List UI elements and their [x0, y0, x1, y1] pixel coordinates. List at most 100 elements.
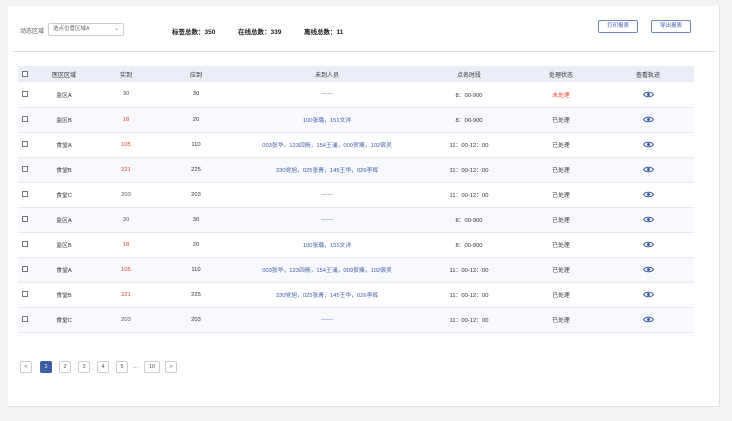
row-checkbox[interactable] [22, 116, 28, 123]
cell-area: 食堂C [56, 193, 72, 199]
cell-status: 已处理 [552, 318, 570, 324]
table-row: 食堂B 221 225 330党旭，025张青，145王华，026李辉 11：00-12… [18, 157, 694, 182]
col-actual: 实到 [119, 72, 132, 79]
cell-area: 食堂A [56, 268, 72, 274]
cell-actual: 203 [121, 191, 131, 198]
stat-online: 在线总数：339 [238, 29, 282, 36]
select-all-cell[interactable] [18, 66, 32, 82]
cell-period: 11：00-12：00 [449, 143, 489, 149]
row-select-cell[interactable] [18, 232, 32, 257]
cell-absent: 003张华，123四杨，154王浦，009贺揍，102宿灵 [262, 143, 392, 149]
cell-status: 未处理 [552, 92, 570, 99]
cell-expected: 30 [192, 216, 200, 223]
row-select-cell[interactable] [18, 157, 32, 182]
eye-icon[interactable] [642, 241, 654, 248]
eye-icon[interactable] [642, 166, 654, 173]
page-button-4[interactable]: 4 [97, 361, 109, 373]
cell-period: 11：00-12：00 [449, 268, 489, 274]
cell-absent: ------ [321, 216, 333, 223]
row-select-cell[interactable] [18, 207, 32, 232]
col-absent: 未到人员 [314, 72, 339, 79]
table-row: 监区A 30 30 ------ 8：00-900 未处理 [18, 82, 694, 107]
cell-area: 监区A [56, 92, 72, 99]
row-select-cell[interactable] [18, 307, 32, 332]
cell-actual: 105 [121, 266, 131, 273]
row-checkbox[interactable] [22, 166, 28, 173]
eye-icon[interactable] [642, 291, 654, 298]
region-select[interactable]: 选点位管区域A ⌄ [48, 23, 124, 36]
table-row: 食堂B 221 225 330党旭，025张青，145王华，026李辉 11：00-12… [18, 282, 694, 307]
export-report-button[interactable]: 导出报表 [651, 20, 691, 33]
cell-track [602, 82, 694, 107]
row-checkbox[interactable] [22, 216, 28, 223]
cell-expected: 110 [191, 141, 201, 148]
cell-status: 已处理 [552, 293, 570, 299]
cell-status: 已处理 [552, 268, 570, 274]
eye-icon[interactable] [642, 91, 654, 98]
table-row: 食堂A 105 110 003张华，123四杨，154王浦，009贺揍，102宿灵 11… [18, 132, 694, 157]
row-select-cell[interactable] [18, 182, 32, 207]
cell-actual: 221 [121, 291, 131, 298]
eye-icon[interactable] [642, 216, 654, 223]
cell-track [602, 157, 694, 182]
eye-icon[interactable] [642, 316, 654, 323]
cell-area: 食堂A [56, 143, 72, 149]
page-button-last[interactable]: 10 [144, 361, 160, 373]
eye-icon[interactable] [642, 116, 654, 123]
row-select-cell[interactable] [18, 82, 32, 107]
next-page-button[interactable]: > [165, 361, 177, 373]
table-body: 监区A 30 30 ------ 8：00-900 未处理监区B 18 20 100张璐，151… [18, 82, 694, 332]
cell-absent: ------ [321, 191, 333, 198]
row-select-cell[interactable] [18, 132, 32, 157]
cell-expected: 30 [192, 91, 200, 98]
cell-period: 11：00-12：00 [449, 168, 489, 174]
cell-track [602, 182, 694, 207]
cell-actual: 30 [122, 91, 130, 98]
page-button-1[interactable]: 1 [40, 361, 52, 373]
page-button-2[interactable]: 2 [59, 361, 71, 373]
page-button-5[interactable]: 5 [116, 361, 128, 373]
cell-area: 食堂C [56, 318, 72, 324]
main-panel: 动态区域 选点位管区域A ⌄ 标签总数：350 在线总数：339 离线总数：11… [8, 6, 720, 407]
table-row: 食堂C 203 203 ------ 11：00-12：00 已处理 [18, 307, 694, 332]
cell-track [602, 207, 694, 232]
eye-icon[interactable] [642, 266, 654, 273]
cell-actual: 18 [122, 116, 130, 123]
cell-area: 食堂B [56, 168, 72, 174]
region-filter-label: 动态区域 [20, 29, 45, 35]
row-checkbox[interactable] [22, 141, 28, 148]
cell-expected: 225 [191, 166, 201, 173]
row-select-cell[interactable] [18, 107, 32, 132]
table-row: 监区B 18 20 100张璐，151文洋 8：00-900 已处理 [18, 232, 694, 257]
cell-expected: 203 [191, 191, 201, 198]
page-button-3[interactable]: 3 [78, 361, 90, 373]
table-header-row: 医区区域 实到 应到 未到人员 点名时段 处理状态 查看轨迹 [18, 66, 694, 82]
row-checkbox[interactable] [22, 90, 28, 97]
cell-track [602, 307, 694, 332]
col-area: 医区区域 [51, 72, 76, 79]
cell-absent: ------ [321, 91, 333, 98]
prev-page-button[interactable]: < [20, 361, 32, 373]
col-expected: 应到 [189, 72, 202, 79]
cell-period: 11：00-12：00 [449, 193, 489, 199]
eye-icon[interactable] [642, 191, 654, 198]
cell-expected: 20 [192, 241, 200, 248]
row-checkbox[interactable] [22, 266, 28, 273]
col-track: 查看轨迹 [635, 72, 660, 79]
select-all-checkbox[interactable] [22, 70, 28, 77]
eye-icon[interactable] [642, 141, 654, 148]
row-checkbox[interactable] [22, 316, 28, 323]
row-checkbox[interactable] [22, 191, 28, 198]
cell-area: 监区B [56, 118, 72, 124]
print-report-button[interactable]: 打印报表 [598, 20, 638, 33]
cell-actual: 203 [121, 316, 131, 323]
cell-status: 已处理 [552, 168, 570, 174]
row-checkbox[interactable] [22, 241, 28, 248]
row-select-cell[interactable] [18, 282, 32, 307]
row-checkbox[interactable] [22, 291, 28, 298]
cell-area: 监区A [56, 218, 72, 224]
cell-track [602, 232, 694, 257]
cell-period: 8：00-900 [455, 243, 483, 249]
row-select-cell[interactable] [18, 257, 32, 282]
col-status: 处理状态 [548, 72, 573, 79]
